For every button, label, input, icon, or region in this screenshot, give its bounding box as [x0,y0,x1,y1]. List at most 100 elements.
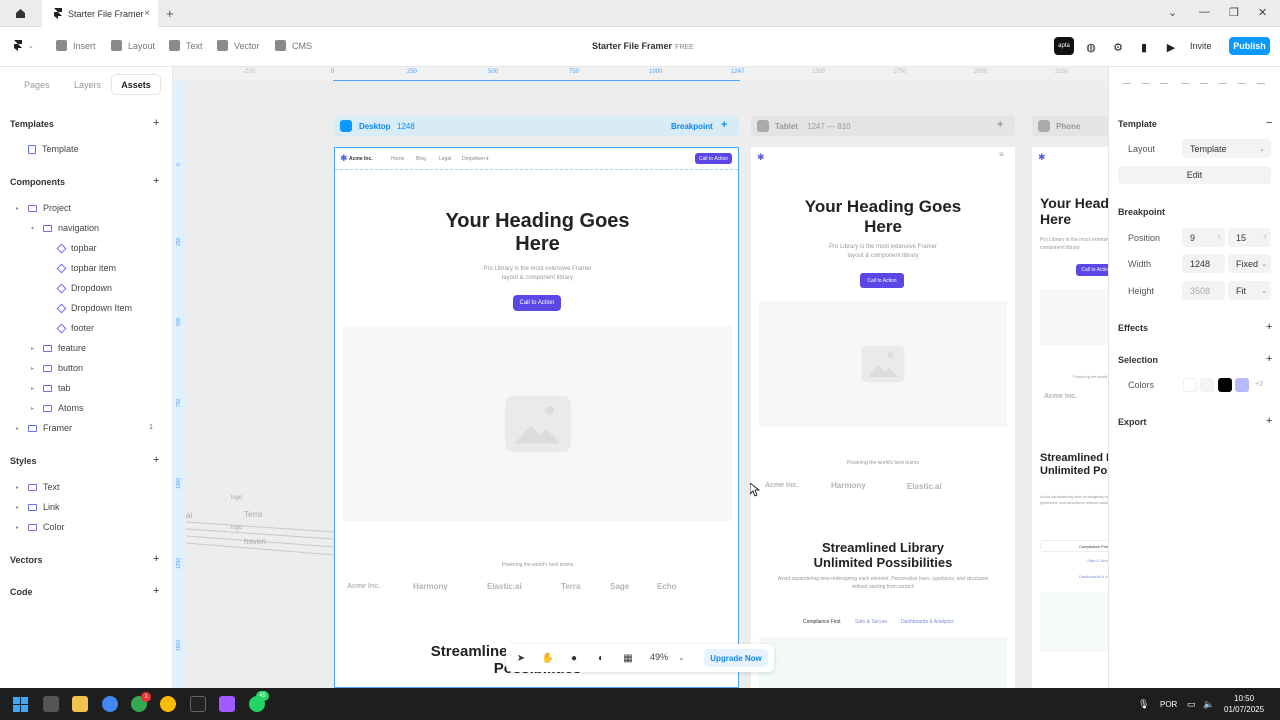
home-tab[interactable] [0,0,40,27]
add-style-button[interactable]: + [153,454,159,466]
phone-cta-button[interactable]: Call to Action [1076,264,1108,276]
layout-select[interactable]: Template ⌄ [1182,139,1271,158]
color-swatch-white[interactable] [1183,378,1197,392]
invite-button[interactable]: Invite [1190,41,1212,51]
zoom-select[interactable]: 49% ⌄ [650,652,684,662]
add-selection-button[interactable]: + [1266,353,1272,365]
chrome-alt-icon[interactable] [160,696,176,712]
add-tablet-breakpoint-button[interactable]: + [997,119,1003,131]
phone-tab-dashboards[interactable]: Dashboards & Analytics [1040,574,1108,579]
style-item-color[interactable]: ▸ Color [16,521,65,533]
phone-tab-safe[interactable]: Safe & Secure [1040,558,1108,563]
align-middle-icon[interactable] [1200,83,1208,91]
desktop-breakpoint-header[interactable]: Desktop 1248 Breakpoint + [334,116,739,136]
microphone-icon[interactable]: 🎙 [1138,699,1149,710]
minimize-button[interactable]: — [1199,6,1210,18]
vector-button[interactable]: Vector [217,40,260,51]
more-colors-count[interactable]: +2 [1255,381,1263,388]
layout-button[interactable]: Layout [111,40,155,51]
publish-button[interactable]: Publish [1229,37,1270,55]
style-item-text[interactable]: ▸ Text [16,481,60,493]
nav-cta-button[interactable]: Call to Action [695,153,732,164]
close-window-button[interactable]: ✕ [1258,6,1267,19]
new-tab-button[interactable]: + [166,6,174,21]
add-vector-button[interactable]: + [153,553,159,565]
align-left-icon[interactable] [1123,83,1131,91]
color-swatch-light-gray[interactable] [1200,378,1214,392]
desktop-frame[interactable]: ✱ Acme Inc. Home Blog Legal Dropdown ▾ C… [334,147,739,688]
height-input[interactable]: 3508 [1182,281,1225,300]
upgrade-now-button[interactable]: Upgrade Now [704,649,768,667]
add-template-button[interactable]: + [153,117,159,129]
color-swatch-black[interactable] [1218,378,1232,392]
nav-home[interactable]: Home [391,156,404,162]
tree-item-dropdown[interactable]: Dropdown [56,282,112,294]
tablet-frame[interactable]: ✱ ≡ Your Heading Goes Here Pro Library i… [751,147,1015,688]
file-explorer-icon[interactable] [72,696,88,712]
tab-assets[interactable]: Assets [112,75,160,94]
figma-icon[interactable] [219,696,235,712]
tablet-breakpoint-header[interactable]: Tablet 1247 — 810 + [751,116,1015,136]
color-swatch-lavender[interactable] [1235,378,1249,392]
tree-item-atoms[interactable]: ▸ Atoms [31,402,84,414]
close-tab-icon[interactable]: × [144,8,150,19]
add-breakpoint-button[interactable]: + [721,119,727,131]
brand-name[interactable]: Acme Inc. [349,156,373,162]
cms-button[interactable]: CMS [275,40,312,51]
collapse-template-button[interactable]: − [1266,117,1272,129]
align-top-icon[interactable] [1181,83,1189,91]
navbar[interactable]: ✱ Acme Inc. Home Blog Legal Dropdown ▾ C… [335,148,738,170]
tree-item-feature[interactable]: ▸ feature [31,342,86,354]
dark-mode-icon[interactable]: ◐ [594,651,608,665]
tree-item-topbar-item[interactable]: topbar item [56,262,116,274]
add-code-button[interactable]: + [153,585,159,597]
chevron-down-icon[interactable]: ⌄ [1168,6,1177,19]
tree-item-button[interactable]: ▸ button [31,362,83,374]
maximize-button[interactable]: ❐ [1229,6,1239,19]
width-mode-select[interactable]: Fixed ⌄ [1228,254,1271,273]
height-mode-select[interactable]: Fit ⌄ [1228,281,1271,300]
framer-menu-button[interactable]: ⌄ [14,40,34,51]
add-effect-button[interactable]: + [1266,321,1272,333]
tablet-cta-button[interactable]: Call to Action [860,273,904,288]
tree-item-navigation[interactable]: ▾ navigation [31,222,99,234]
tab-safe-secure[interactable]: Safe & Secure [855,619,887,625]
tab-dashboards[interactable]: Dashboards & Analytics [901,619,954,625]
analytics-icon[interactable]: ▮ [1134,38,1154,56]
volume-icon[interactable]: 🔈 [1203,699,1214,710]
system-clock[interactable]: 10:50 01/07/2025 [1224,693,1264,715]
document-tab[interactable]: Starter File Framer × [42,0,158,27]
edit-template-button[interactable]: Edit [1118,166,1271,184]
framer-app-icon[interactable] [190,696,206,712]
position-y-input[interactable]: 15 Y [1228,228,1271,247]
chrome-icon[interactable] [102,696,118,712]
nav-blog[interactable]: Blog [416,156,426,162]
nav-dropdown[interactable]: Dropdown ▾ [462,156,489,162]
comment-icon[interactable]: ● [567,651,581,665]
apta-plugin-button[interactable]: apta [1054,37,1074,55]
task-view-icon[interactable] [43,696,59,712]
phone-breakpoint-header[interactable]: Phone [1032,116,1108,136]
document-title[interactable]: Starter File Framer FREE [592,41,694,51]
position-x-input[interactable]: 9X [1182,228,1225,247]
play-preview-icon[interactable]: ▶ [1161,38,1181,56]
tab-pages[interactable]: Pages [24,80,50,90]
phone-tab-compliance[interactable]: Compliance First [1040,540,1108,552]
tree-item-project[interactable]: ▸ Project [16,202,71,214]
add-export-button[interactable]: + [1266,415,1272,427]
nav-legal[interactable]: Legal [439,156,451,162]
tree-item-tab[interactable]: ▸ tab [31,382,71,394]
add-component-button[interactable]: + [153,175,159,187]
network-icon[interactable]: ▭ [1187,699,1196,710]
grid-icon[interactable]: ▦ [621,651,635,665]
tree-item-footer[interactable]: footer [56,322,94,334]
tab-layers[interactable]: Layers [74,80,101,90]
align-bottom-icon[interactable] [1219,83,1227,91]
distribute-h-icon[interactable] [1238,83,1246,91]
text-button[interactable]: Text [169,40,203,51]
hero-cta-button[interactable]: Call to Action [513,295,561,311]
canvas[interactable]: -250 0 250 500 750 1000 1247 1500 1750 2… [174,67,1108,688]
globe-icon[interactable]: ◍ [1081,38,1101,56]
settings-icon[interactable]: ⚙ [1108,38,1128,56]
hamburger-menu-icon[interactable]: ≡ [999,150,1004,159]
